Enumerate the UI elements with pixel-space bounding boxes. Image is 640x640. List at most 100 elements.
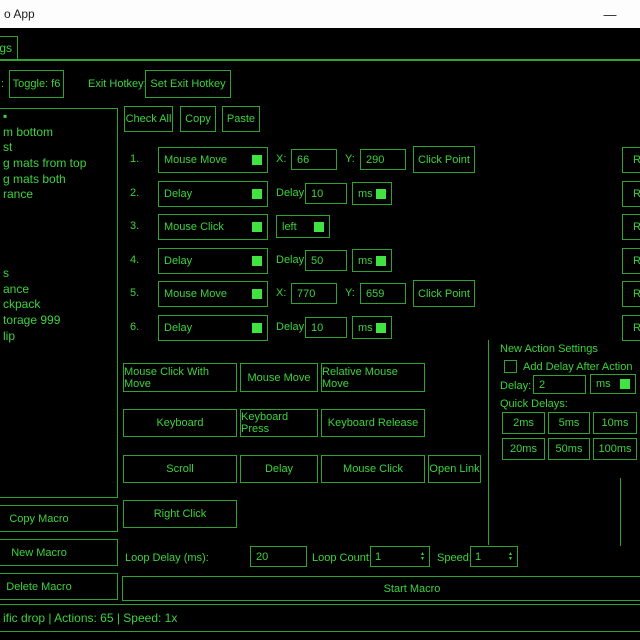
list-item[interactable]: st bbox=[0, 140, 117, 156]
x-input[interactable]: 770 bbox=[291, 283, 337, 304]
remove-button[interactable]: R bbox=[622, 281, 640, 307]
copy-macro-button[interactable]: Copy Macro bbox=[0, 505, 118, 532]
quick-delay-10ms-button[interactable]: 10ms bbox=[593, 412, 637, 434]
start-macro-button[interactable]: Start Macro bbox=[122, 576, 640, 601]
new-action-delay-label: Delay: bbox=[500, 380, 531, 392]
tab-settings-label: gs bbox=[0, 41, 12, 55]
dropdown-indicator-icon bbox=[252, 323, 262, 333]
row-number: 3. bbox=[130, 220, 139, 232]
list-item[interactable]: s bbox=[0, 266, 117, 282]
dropdown-indicator-icon bbox=[376, 189, 386, 199]
action-type-dropdown[interactable]: Mouse Click bbox=[158, 214, 268, 240]
action-type-dropdown[interactable]: Delay bbox=[158, 248, 268, 274]
keyboard-press-button[interactable]: Keyboard Press bbox=[240, 409, 318, 437]
y-label: Y: bbox=[345, 153, 355, 165]
list-item[interactable]: ▪ bbox=[0, 109, 117, 125]
paste-button[interactable]: Paste bbox=[222, 106, 260, 132]
y-input[interactable]: 290 bbox=[360, 149, 406, 170]
action-type-dropdown[interactable]: Mouse Move bbox=[158, 281, 268, 307]
dropdown-indicator-icon bbox=[314, 222, 324, 232]
delay-button[interactable]: Delay bbox=[240, 455, 318, 483]
toggle-hotkey-label-fragment: : bbox=[1, 78, 4, 90]
x-label: X: bbox=[276, 153, 286, 165]
remove-button[interactable]: R bbox=[622, 147, 640, 173]
macro-list: ▪ m bottom st g mats from top g mats bot… bbox=[0, 108, 118, 498]
list-item[interactable]: g mats from top bbox=[0, 156, 117, 172]
list-item[interactable] bbox=[0, 219, 117, 235]
loop-count-stepper[interactable]: 1 ▲▼ bbox=[370, 546, 430, 567]
mouse-click-with-move-button[interactable]: Mouse Click With Move bbox=[123, 363, 237, 392]
row-number: 6. bbox=[130, 321, 139, 333]
quick-delays-label: Quick Delays: bbox=[500, 398, 568, 410]
delay-input[interactable]: 50 bbox=[305, 250, 347, 271]
quick-delay-50ms-button[interactable]: 50ms bbox=[548, 438, 590, 460]
mouse-click-button[interactable]: Mouse Click bbox=[321, 455, 425, 483]
delay-input[interactable]: 10 bbox=[305, 183, 347, 204]
dropdown-indicator-icon bbox=[252, 222, 262, 232]
list-item[interactable]: lip bbox=[0, 329, 117, 345]
remove-button[interactable]: R bbox=[622, 248, 640, 274]
remove-button[interactable]: R bbox=[622, 214, 640, 240]
list-item[interactable]: ckpack bbox=[0, 297, 117, 313]
copy-button[interactable]: Copy bbox=[180, 106, 216, 132]
relative-mouse-move-button[interactable]: Relative Mouse Move bbox=[321, 363, 425, 392]
list-item[interactable]: torage 999 bbox=[0, 313, 117, 329]
quick-delay-20ms-button[interactable]: 20ms bbox=[502, 438, 545, 460]
delay-label: Delay: bbox=[276, 187, 307, 199]
panel-divider bbox=[620, 478, 621, 546]
list-item[interactable]: rance bbox=[0, 187, 117, 203]
quick-delay-5ms-button[interactable]: 5ms bbox=[548, 412, 590, 434]
new-action-unit-dropdown[interactable]: ms bbox=[590, 374, 636, 394]
mouse-button-dropdown[interactable]: left bbox=[276, 215, 330, 238]
toggle-hotkey-button[interactable]: Toggle: f6 bbox=[9, 70, 64, 98]
keyboard-button[interactable]: Keyboard bbox=[123, 409, 237, 437]
mouse-move-button[interactable]: Mouse Move bbox=[240, 363, 318, 392]
action-type-dropdown[interactable]: Mouse Move bbox=[158, 147, 268, 173]
list-item[interactable] bbox=[0, 235, 117, 251]
right-click-button[interactable]: Right Click bbox=[123, 500, 237, 528]
new-action-delay-input[interactable]: 2 bbox=[533, 375, 586, 394]
unit-dropdown[interactable]: ms bbox=[352, 249, 392, 272]
set-exit-hotkey-button[interactable]: Set Exit Hotkey bbox=[145, 70, 231, 98]
stepper-arrows-icon[interactable]: ▲▼ bbox=[420, 552, 425, 562]
list-item[interactable] bbox=[0, 250, 117, 266]
dropdown-indicator-icon bbox=[620, 379, 630, 389]
new-macro-button[interactable]: New Macro bbox=[0, 539, 118, 566]
list-item[interactable]: ance bbox=[0, 282, 117, 298]
row-number: 1. bbox=[130, 153, 139, 165]
keyboard-release-button[interactable]: Keyboard Release bbox=[321, 409, 425, 437]
stepper-arrows-icon[interactable]: ▲▼ bbox=[508, 552, 513, 562]
delete-macro-button[interactable]: Delete Macro bbox=[0, 573, 118, 600]
tabstrip-divider bbox=[0, 59, 640, 61]
list-item[interactable]: g mats both bbox=[0, 172, 117, 188]
tab-settings[interactable]: gs bbox=[0, 36, 18, 60]
remove-button[interactable]: R bbox=[622, 315, 640, 341]
remove-button[interactable]: R bbox=[622, 181, 640, 207]
dropdown-indicator-icon bbox=[252, 155, 262, 165]
title-bar: o App bbox=[0, 0, 640, 28]
dropdown-indicator-icon bbox=[252, 256, 262, 266]
x-input[interactable]: 66 bbox=[291, 149, 337, 170]
click-point-button[interactable]: Click Point bbox=[413, 146, 475, 173]
unit-dropdown[interactable]: ms bbox=[352, 182, 392, 205]
action-type-dropdown[interactable]: Delay bbox=[158, 181, 268, 207]
delay-input[interactable]: 10 bbox=[305, 317, 347, 338]
check-all-button[interactable]: Check All bbox=[124, 106, 173, 132]
speed-stepper[interactable]: 1 ▲▼ bbox=[470, 546, 518, 567]
scroll-button[interactable]: Scroll bbox=[123, 455, 237, 483]
minimize-button[interactable]: — bbox=[590, 0, 630, 28]
unit-dropdown[interactable]: ms bbox=[352, 316, 392, 339]
click-point-button[interactable]: Click Point bbox=[413, 280, 475, 307]
add-delay-checkbox[interactable] bbox=[504, 360, 517, 373]
panel-divider bbox=[488, 340, 489, 545]
action-type-dropdown[interactable]: Delay bbox=[158, 315, 268, 341]
y-input[interactable]: 659 bbox=[360, 283, 406, 304]
row-number: 5. bbox=[130, 287, 139, 299]
list-item[interactable] bbox=[0, 203, 117, 219]
app-window: o App — gs : Toggle: f6 Exit Hotkey: Set… bbox=[0, 0, 640, 640]
quick-delay-100ms-button[interactable]: 100ms bbox=[593, 438, 637, 460]
loop-delay-input[interactable]: 20 bbox=[250, 546, 307, 567]
quick-delay-2ms-button[interactable]: 2ms bbox=[502, 412, 545, 434]
list-item[interactable]: m bottom bbox=[0, 125, 117, 141]
open-link-button[interactable]: Open Link bbox=[428, 455, 481, 483]
